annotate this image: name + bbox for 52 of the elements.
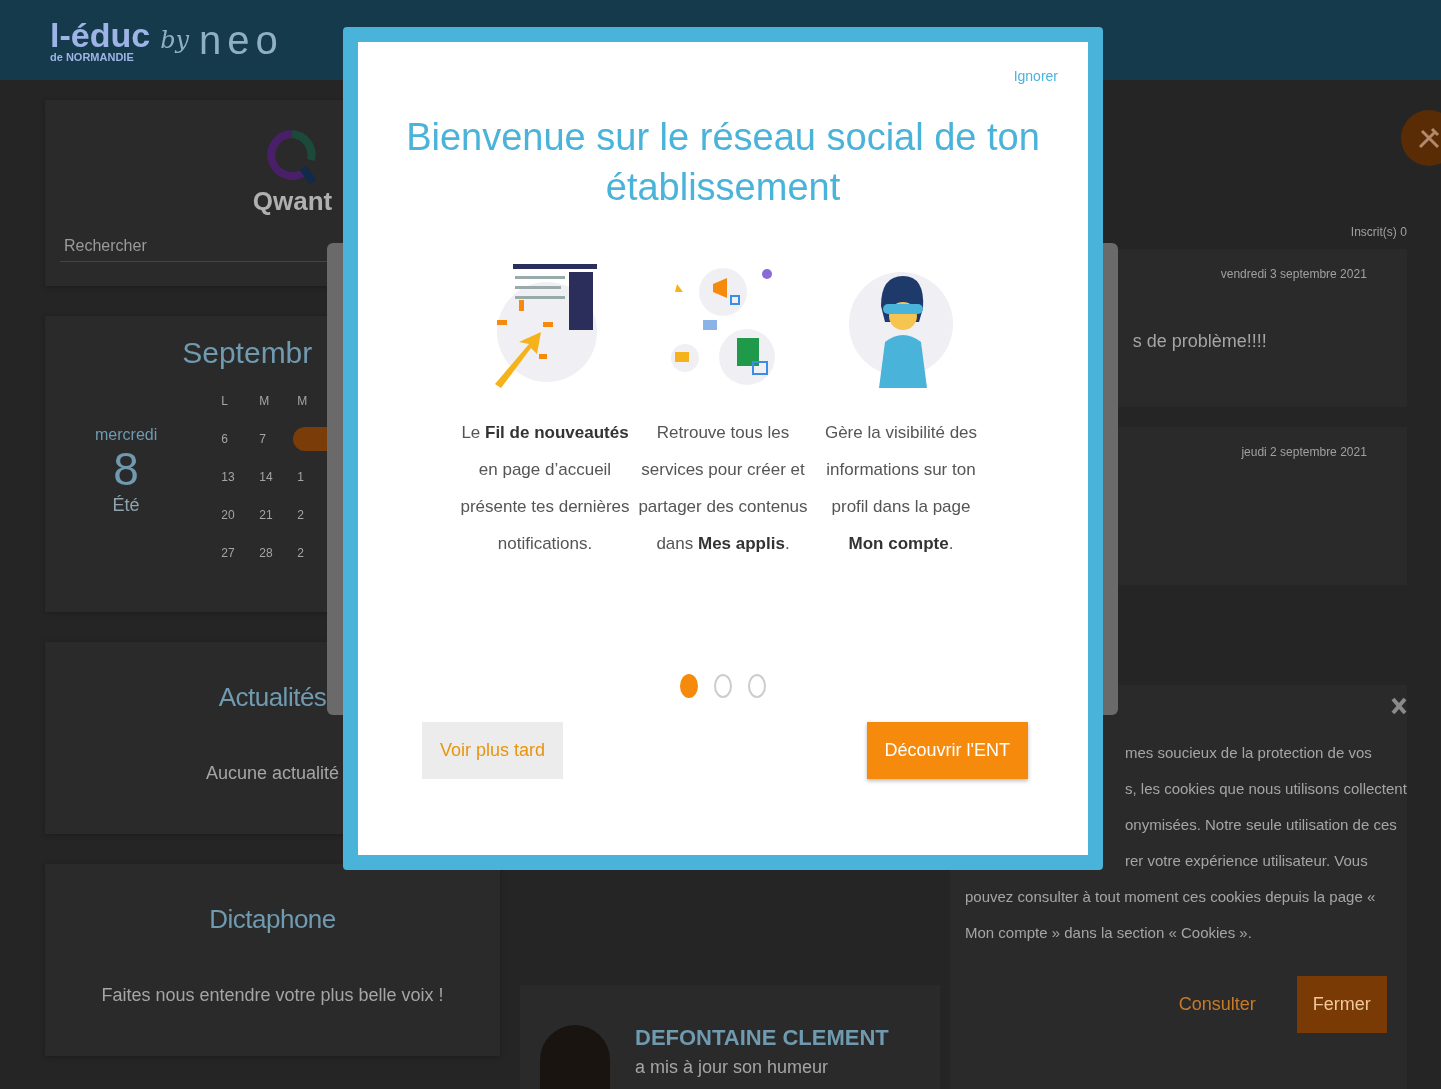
calendar-day[interactable]: 13	[217, 465, 256, 489]
post-text: s de problème!!!!	[1132, 331, 1267, 352]
calendar-day[interactable]: 14	[255, 465, 294, 489]
calendar-day[interactable]: 1	[293, 465, 332, 489]
calendar-day[interactable]: 2	[293, 541, 332, 565]
season-label: Été	[112, 494, 140, 516]
subscriber-count: Inscrit(s) 0	[1350, 225, 1407, 239]
weekday-header: M	[258, 393, 271, 410]
logo-by: by	[160, 26, 190, 54]
month-title: Septembr	[182, 336, 314, 370]
weekday-label: mercredi	[95, 426, 158, 444]
page-dot[interactable]	[680, 674, 698, 698]
activity-text: a mis à jour son humeur	[635, 1057, 830, 1078]
calendar-day[interactable]: 20	[217, 503, 256, 527]
calendar-day[interactable]: 7	[255, 427, 294, 451]
calendar-day[interactable]: 21	[255, 503, 294, 527]
cookie-text-line: onymisées. Notre seule utilisation de ces	[1125, 815, 1397, 835]
feature-text: Gère la visibilité des informations sur ton profil dans la page Mon compte.	[823, 422, 979, 555]
calendar-day[interactable]: 27	[217, 541, 256, 565]
dictaphone-title: Dictaphone	[209, 904, 336, 935]
cookie-text-line: pouvez consulter à tout moment ces cookies depuis la page «	[965, 887, 1376, 907]
page-dot[interactable]	[714, 674, 732, 698]
page-dot[interactable]	[748, 674, 766, 698]
feature-text: Le Fil de nouveautés en page d’accueil présente tes dernières notifications.	[459, 422, 631, 555]
news-title: Actualités	[218, 682, 327, 713]
close-icon[interactable]	[1390, 697, 1407, 715]
logo-name: l-éduc	[50, 17, 151, 52]
cookie-text-line: Mon compte » dans la section « Cookies ».	[965, 923, 1252, 943]
cookie-text-line: rer votre expérience utilisateur. Vous	[1125, 851, 1368, 871]
tools-button[interactable]	[1400, 110, 1441, 166]
cookie-text-line: mes soucieux de la protection de vos	[1125, 743, 1372, 763]
search-logo-icon	[267, 130, 318, 186]
search-brand: Qwant	[252, 186, 333, 217]
post-date: vendredi 3 septembre 2021	[1220, 267, 1367, 281]
feature-text: Retrouve tous les services pour créer et partager des contenus dans Mes applis.	[637, 422, 809, 555]
empty-news-text: Aucune actualité	[205, 763, 340, 784]
close-button[interactable]: Fermer	[1296, 976, 1387, 1033]
dialog-title: Bienvenue sur le réseau social de ton établissement	[405, 115, 1041, 210]
cookie-text-line: s, les cookies que nous utilisons collectent	[1125, 779, 1407, 799]
weekday-header: L	[220, 393, 229, 410]
dictaphone-text: Faites nous entendre votre plus belle voix !	[101, 985, 444, 1006]
author-name[interactable]: DEFONTAINE CLEMENT	[635, 1025, 889, 1051]
logo-brand: neo	[199, 17, 284, 63]
calendar-day[interactable]: 2	[293, 503, 332, 527]
day-number: 8	[113, 444, 139, 495]
calendar-day[interactable]: 6	[217, 427, 256, 451]
logo-region: de NORMANDIE	[50, 51, 135, 63]
avatar-placeholder	[540, 1025, 610, 1089]
consult-button[interactable]: Consulter	[1162, 976, 1272, 1033]
weekday-header: M	[296, 393, 309, 410]
calendar-day[interactable]: 28	[255, 541, 294, 565]
post-date: jeudi 2 septembre 2021	[1241, 445, 1367, 459]
